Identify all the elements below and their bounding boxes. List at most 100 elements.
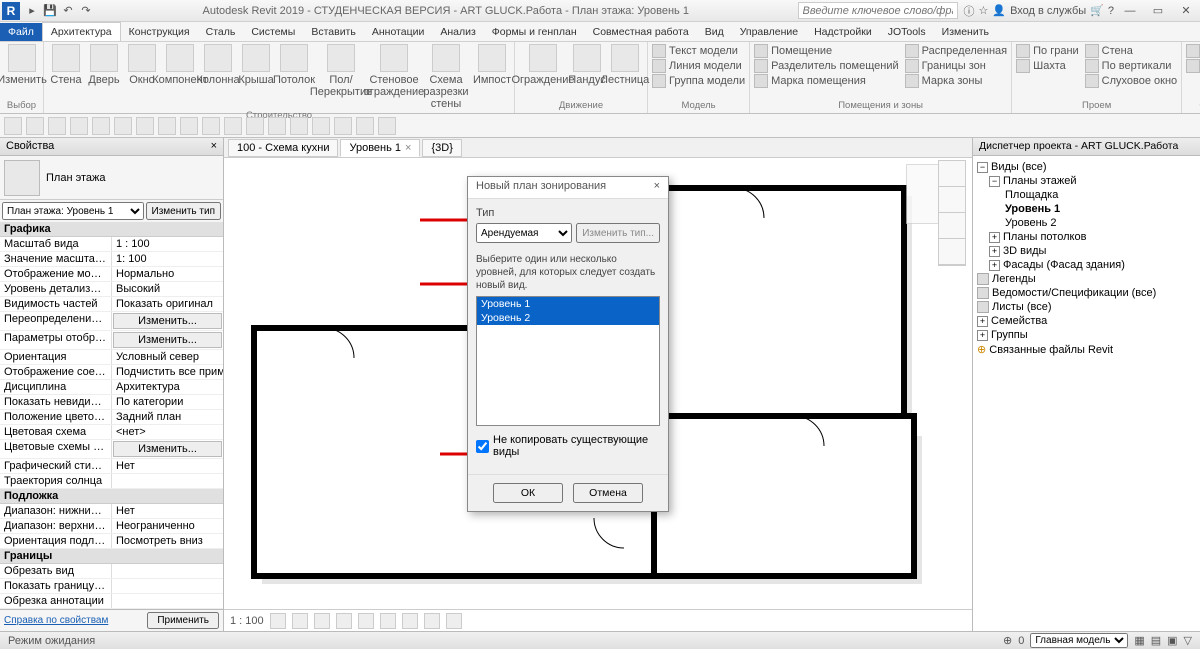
qtool-icon[interactable] — [114, 117, 132, 135]
property-row[interactable]: Положение цветовой …Задний план — [0, 410, 223, 425]
level-item[interactable]: Уровень 2 — [477, 311, 659, 325]
property-row[interactable]: ОриентацияУсловный север — [0, 350, 223, 365]
qtool-icon[interactable] — [92, 117, 110, 135]
maximize-button[interactable]: ▭ — [1146, 2, 1170, 20]
tab-modify[interactable]: Изменить — [934, 23, 997, 41]
wall-button[interactable]: Стена — [48, 44, 84, 110]
qtool-icon[interactable] — [158, 117, 176, 135]
grid-button[interactable]: Ось — [1186, 59, 1200, 73]
open-icon[interactable]: ▸ — [24, 3, 40, 19]
nav-icon[interactable] — [939, 161, 965, 187]
property-row[interactable]: Обрезать вид — [0, 564, 223, 579]
vertical-button[interactable]: По вертикали — [1085, 59, 1178, 73]
stair-button[interactable]: Лестница — [607, 44, 643, 86]
type-dropdown[interactable]: Арендуемая — [476, 223, 572, 243]
property-row[interactable]: Показать границу обр… — [0, 579, 223, 594]
tab-steel[interactable]: Сталь — [198, 23, 244, 41]
property-row[interactable]: Обрезка аннотации — [0, 594, 223, 609]
ceiling-button[interactable]: Потолок — [276, 44, 312, 110]
modify-button[interactable]: Изменить — [4, 44, 40, 86]
vc-icon[interactable] — [336, 613, 352, 629]
status-icon[interactable]: ▤ — [1151, 634, 1161, 647]
vc-icon[interactable] — [314, 613, 330, 629]
close-button[interactable]: ✕ — [1174, 2, 1198, 20]
qtool-icon[interactable] — [136, 117, 154, 135]
signin-link[interactable]: Вход в службы — [1010, 5, 1086, 17]
qtool-icon[interactable] — [312, 117, 330, 135]
status-icon[interactable]: ▦ — [1134, 634, 1144, 647]
help-icon[interactable]: ? — [1108, 5, 1114, 17]
minimize-button[interactable]: — — [1118, 2, 1142, 20]
tab-analyze[interactable]: Анализ — [432, 23, 483, 41]
vc-icon[interactable] — [358, 613, 374, 629]
tab-file[interactable]: Файл — [0, 23, 42, 41]
qtool-icon[interactable] — [378, 117, 396, 135]
tab-systems[interactable]: Системы — [243, 23, 303, 41]
shaft-button[interactable]: Шахта — [1016, 59, 1079, 73]
close-icon[interactable]: × — [211, 140, 217, 153]
status-icon[interactable]: ▽ — [1184, 634, 1192, 647]
qtool-icon[interactable] — [268, 117, 286, 135]
property-row[interactable]: Масштаб вида1 : 100 — [0, 237, 223, 252]
tree-item[interactable]: Уровень 2 — [977, 216, 1196, 230]
status-icon[interactable]: ▣ — [1167, 634, 1177, 647]
vc-icon[interactable] — [380, 613, 396, 629]
property-row[interactable]: Значение масштаба1: 100 — [0, 252, 223, 267]
tab-structure[interactable]: Конструкция — [121, 23, 198, 41]
view-tab[interactable]: 100 - Схема кухни — [228, 139, 338, 157]
component-button[interactable]: Компонент — [162, 44, 198, 110]
vc-icon[interactable] — [402, 613, 418, 629]
qtool-icon[interactable] — [48, 117, 66, 135]
property-grid[interactable]: Графика Масштаб вида1 : 100Значение масш… — [0, 222, 223, 609]
type-selector[interactable]: План этажа: Уровень 1 — [2, 202, 144, 220]
byface-button[interactable]: По грани — [1016, 44, 1079, 58]
qtool-icon[interactable] — [180, 117, 198, 135]
tab-collab[interactable]: Совместная работа — [585, 23, 697, 41]
areatag-button[interactable]: Марка зоны — [905, 74, 1007, 88]
modelline-button[interactable]: Линия модели — [652, 59, 745, 73]
area-button[interactable]: Распределенная — [905, 44, 1007, 58]
vc-icon[interactable] — [270, 613, 286, 629]
nav-icon[interactable] — [939, 213, 965, 239]
roomsep-button[interactable]: Разделитель помещений — [754, 59, 899, 73]
property-row[interactable]: Переопределения вид…Изменить... — [0, 312, 223, 331]
property-row[interactable]: Цветовые схемы сист…Изменить... — [0, 440, 223, 459]
workset-selector[interactable]: Главная модель — [1030, 633, 1128, 648]
wallopen-button[interactable]: Стена — [1085, 44, 1178, 58]
roof-button[interactable]: Крыша — [238, 44, 274, 110]
tab-annotate[interactable]: Аннотации — [364, 23, 433, 41]
qtool-icon[interactable] — [202, 117, 220, 135]
curtainwall-button[interactable]: Стеновое ограждение — [370, 44, 418, 110]
column-button[interactable]: Колонна — [200, 44, 236, 110]
roomtag-button[interactable]: Марка помещения — [754, 74, 899, 88]
property-row[interactable]: Диапазон: нижний ур…Нет — [0, 504, 223, 519]
redo-icon[interactable]: ↷ — [78, 3, 94, 19]
vc-icon[interactable] — [424, 613, 440, 629]
property-row[interactable]: Отображение соедине…Подчистить все прим… — [0, 365, 223, 380]
floor-button[interactable]: Пол/Перекрытие — [314, 44, 368, 110]
property-row[interactable]: Показать невидимые ли…По категории — [0, 395, 223, 410]
tree-item[interactable]: Площадка — [977, 188, 1196, 202]
qtool-icon[interactable] — [334, 117, 352, 135]
cat-graphics[interactable]: Графика — [0, 222, 223, 237]
tab-massing[interactable]: Формы и генплан — [484, 23, 585, 41]
browser-tree[interactable]: −Виды (все) −Планы этажей Площадка Урове… — [973, 156, 1200, 631]
qtool-icon[interactable] — [4, 117, 22, 135]
cancel-button[interactable]: Отмена — [573, 483, 643, 503]
cat-underlay[interactable]: Подложка — [0, 489, 223, 504]
qtool-icon[interactable] — [70, 117, 88, 135]
areabound-button[interactable]: Границы зон — [905, 59, 1007, 73]
apply-button[interactable]: Применить — [147, 612, 219, 629]
view-tab[interactable]: {3D} — [422, 139, 461, 157]
property-row[interactable]: Диапазон: верхний ур…Неограниченно — [0, 519, 223, 534]
vc-icon[interactable] — [292, 613, 308, 629]
tree-item[interactable]: Уровень 1 — [977, 202, 1196, 216]
save-icon[interactable]: 💾 — [42, 3, 58, 19]
qtool-icon[interactable] — [224, 117, 242, 135]
level-list[interactable]: Уровень 1 Уровень 2 — [476, 296, 660, 426]
room-button[interactable]: Помещение — [754, 44, 899, 58]
qtool-icon[interactable] — [290, 117, 308, 135]
property-row[interactable]: Видимость частейПоказать оригинал — [0, 297, 223, 312]
scale-display[interactable]: 1 : 100 — [230, 615, 264, 627]
edit-type-button[interactable]: Изменить тип... — [576, 223, 660, 243]
